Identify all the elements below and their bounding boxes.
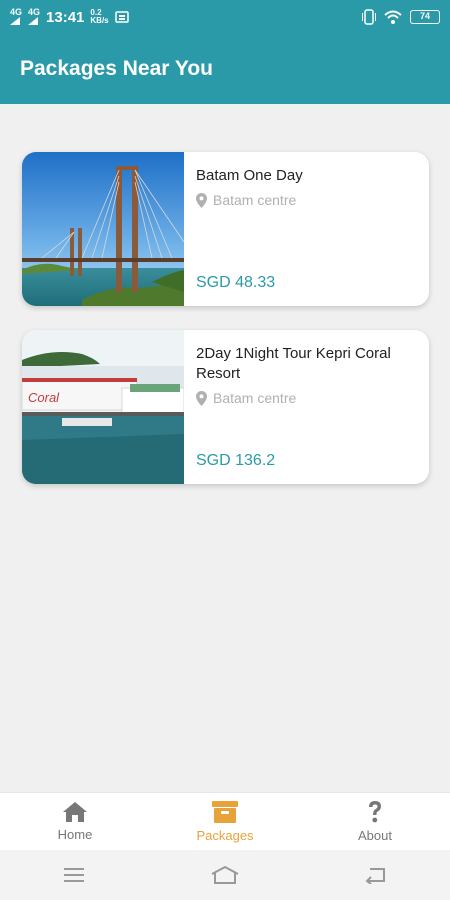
question-icon — [369, 801, 381, 823]
package-card[interactable]: Coral 2Day 1Night Tour Kepri Coral Resor… — [22, 330, 429, 484]
signal-label-1: 4G — [10, 6, 23, 17]
vibrate-icon — [362, 9, 376, 25]
screen: 4G 4G 13:41 0.2 KB/s 74 Packages Near Yo… — [0, 0, 450, 900]
menu-icon[interactable] — [62, 866, 86, 884]
signal-label-2: 4G — [28, 6, 41, 17]
app-header: Packages Near You — [0, 34, 450, 104]
back-icon[interactable] — [364, 866, 388, 884]
package-card[interactable]: Batam One Day Batam centre SGD 48.33 — [22, 152, 429, 306]
resort-image: Coral — [22, 330, 184, 484]
package-title: 2Day 1Night Tour Kepri Coral Resort — [196, 345, 391, 382]
home-icon — [63, 802, 87, 822]
net-speed-unit: KB/s — [90, 16, 109, 25]
nav-label-packages: Packages — [196, 828, 254, 843]
wifi-icon — [384, 10, 402, 24]
package-info: Batam One Day Batam centre SGD 48.33 — [184, 152, 429, 306]
nav-label-about: About — [358, 828, 392, 843]
clock: 13:41 — [46, 8, 85, 26]
package-thumbnail-bridge — [22, 152, 184, 306]
nav-label-home: Home — [57, 827, 93, 842]
nav-item-about[interactable]: About — [300, 793, 450, 850]
package-price: SGD 48.33 — [196, 274, 276, 291]
net-speed: 0.2 KB/s — [90, 9, 108, 25]
package-title: Batam One Day — [196, 167, 303, 184]
signal-bars-icon — [10, 16, 20, 25]
nav-item-home[interactable]: Home — [0, 793, 150, 850]
package-info: 2Day 1Night Tour Kepri Coral Resort Bata… — [184, 330, 429, 484]
status-right: 74 — [362, 9, 440, 25]
package-location: Batam centre — [196, 192, 417, 208]
system-navigation-bar — [0, 850, 450, 900]
status-left: 4G 4G 13:41 0.2 KB/s — [10, 6, 129, 27]
package-list: Batam One Day Batam centre SGD 48.33 Cor… — [0, 104, 450, 792]
package-icon — [212, 801, 238, 823]
nav-item-packages[interactable]: Packages — [150, 793, 300, 850]
package-price: SGD 136.2 — [196, 452, 276, 469]
resort-sign-text: Coral — [28, 390, 60, 405]
package-thumbnail-resort: Coral — [22, 330, 184, 484]
signal-indicator-2: 4G — [28, 6, 41, 27]
bottom-navigation: Home Packages About — [0, 792, 450, 850]
page-title: Packages Near You — [20, 57, 213, 80]
signal-indicator: 4G — [10, 6, 23, 27]
location-pin-icon — [196, 390, 207, 406]
package-location: Batam centre — [196, 390, 417, 406]
location-label: Batam centre — [213, 390, 297, 406]
bridge-image — [22, 152, 184, 306]
location-pin-icon — [196, 192, 207, 208]
notification-icon — [114, 11, 129, 23]
status-bar: 4G 4G 13:41 0.2 KB/s 74 — [0, 0, 450, 34]
home-button-icon[interactable] — [210, 865, 240, 885]
battery-indicator: 74 — [410, 10, 440, 24]
signal-bars-icon-2 — [28, 16, 39, 25]
location-label: Batam centre — [213, 192, 297, 208]
